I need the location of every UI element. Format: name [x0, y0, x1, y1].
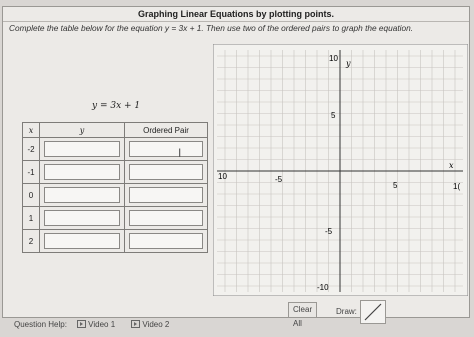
video-1-link[interactable]: Video 1	[75, 320, 121, 329]
ordered-pair-input[interactable]	[129, 210, 203, 226]
coordinate-grid[interactable]: y x 10 5 -5 -10 10 -5 5 1(	[213, 44, 468, 296]
x-axis-label: x	[449, 161, 454, 170]
ordered-pair-input[interactable]	[129, 164, 203, 180]
x-value: 2	[22, 229, 40, 253]
instructions-text: Complete the table below for the equatio…	[9, 23, 414, 33]
table-row: 1	[22, 206, 208, 230]
y-input[interactable]	[44, 164, 120, 180]
x-tick-label: 1(	[453, 182, 460, 191]
y-tick-label: -10	[317, 283, 329, 292]
y-input[interactable]	[44, 141, 120, 157]
ordered-pair-input[interactable]	[129, 233, 203, 249]
video-2-link[interactable]: Video 2	[129, 320, 175, 329]
column-header-x: x	[22, 122, 40, 138]
line-draw-tool[interactable]	[360, 300, 386, 324]
y-input[interactable]	[44, 210, 120, 226]
column-header-ordered-pair: Ordered Pair	[124, 122, 208, 138]
play-icon	[131, 320, 141, 328]
play-icon	[77, 320, 87, 328]
equation-label: y = 3x + 1	[92, 101, 141, 111]
x-value: 1	[22, 206, 40, 230]
page-title: Graphing Linear Equations by plotting po…	[3, 7, 469, 22]
y-tick-label: 10	[329, 54, 338, 63]
ordered-pair-input[interactable]	[129, 141, 203, 157]
table-row: 0	[22, 183, 208, 207]
question-help: Question Help: Video 1 Video 2	[14, 320, 181, 329]
table-row: 2	[22, 229, 208, 253]
y-input[interactable]	[44, 233, 120, 249]
line-tool-icon	[364, 303, 382, 321]
draw-label: Draw:	[336, 307, 357, 316]
y-input[interactable]	[44, 187, 120, 203]
column-header-y: y	[39, 122, 125, 138]
x-value: 0	[22, 183, 40, 207]
x-tick-label: 10	[218, 172, 227, 181]
x-value: -1	[22, 160, 40, 184]
values-table: x y Ordered Pair -2 -1 0 1 2	[22, 122, 208, 253]
x-tick-label: 5	[393, 181, 398, 190]
y-tick-label: 5	[331, 111, 336, 120]
text-cursor-icon: I	[178, 146, 182, 160]
ordered-pair-input[interactable]	[129, 187, 203, 203]
x-tick-label: -5	[275, 175, 283, 184]
y-tick-label: -5	[325, 227, 333, 236]
y-axis-label: y	[345, 59, 351, 68]
question-help-label: Question Help:	[14, 320, 67, 329]
clear-all-button[interactable]: Clear All	[288, 302, 318, 328]
x-value: -2	[22, 137, 40, 161]
table-row: -1	[22, 160, 208, 184]
